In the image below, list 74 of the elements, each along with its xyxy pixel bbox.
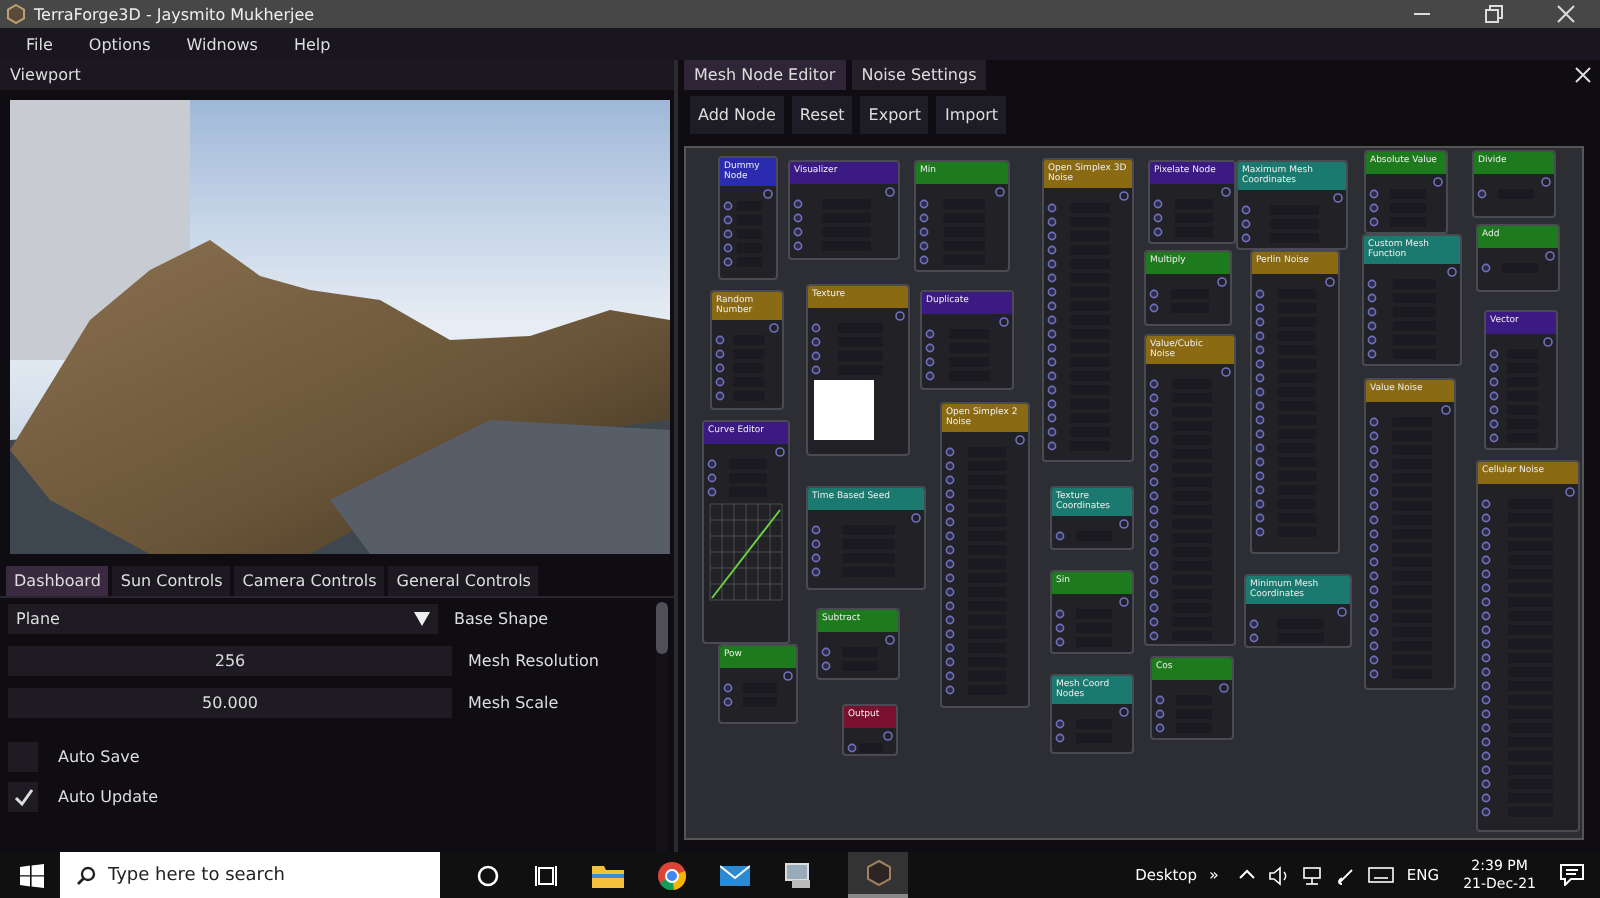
mail-icon[interactable]	[720, 863, 750, 887]
restore-icon[interactable]	[1484, 4, 1504, 24]
close-icon[interactable]	[1556, 4, 1576, 24]
checkbox-label: Auto Save	[58, 748, 140, 766]
chevron-up-icon[interactable]	[1238, 866, 1257, 884]
hexagon-icon	[865, 860, 891, 886]
window-title: TerraForge3D - Jaysmito Mukherjee	[34, 5, 315, 23]
speaker-icon[interactable]	[1268, 865, 1291, 885]
search-field[interactable]: Type here to search	[60, 852, 440, 898]
menu-item[interactable]: Options	[70, 35, 169, 53]
node-body-drawing	[916, 184, 1008, 266]
field-label: Mesh Resolution	[468, 652, 599, 670]
node-body-drawing	[720, 668, 796, 708]
number-field[interactable]: 256	[8, 646, 452, 676]
node-body-drawing	[1152, 680, 1232, 734]
tab[interactable]: Mesh Node Editor	[684, 60, 846, 90]
dropdown-value: Plane	[16, 610, 60, 628]
pen-icon[interactable]	[1336, 865, 1357, 885]
menu-item[interactable]: File	[8, 35, 71, 53]
node-body-drawing	[922, 314, 1012, 382]
node-body-drawing	[808, 510, 924, 578]
node-body-drawing	[790, 184, 898, 252]
number-field[interactable]: 50.000	[8, 688, 452, 718]
checkbox[interactable]	[8, 782, 38, 812]
keyboard-icon[interactable]	[1368, 866, 1395, 884]
task-view-icon[interactable]	[534, 863, 558, 887]
node-canvas[interactable]	[684, 146, 1584, 840]
node-body-drawing	[1146, 274, 1230, 314]
notification-icon[interactable]	[1560, 864, 1584, 886]
node-body-drawing	[1478, 248, 1558, 274]
app-logo-icon	[6, 4, 26, 24]
tab[interactable]: General Controls	[388, 566, 539, 596]
computer-icon[interactable]	[784, 862, 814, 888]
field-label: Base Shape	[454, 610, 549, 628]
node-body-drawing	[818, 632, 898, 672]
checkbox-label: Auto Update	[58, 788, 159, 806]
node-body-drawing	[1052, 594, 1132, 648]
toolbar-button[interactable]: Add Node	[690, 96, 784, 134]
menu-item[interactable]: Widnows	[168, 35, 276, 53]
tab[interactable]: Camera Controls	[234, 566, 385, 596]
search-icon	[76, 865, 96, 885]
field-label: Mesh Scale	[468, 694, 559, 712]
base-shape-dropdown[interactable]: Plane	[8, 604, 438, 634]
node-body-drawing	[1052, 516, 1132, 542]
search-input[interactable]: Type here to search	[108, 865, 428, 885]
node-body-drawing	[712, 320, 782, 402]
menu-item[interactable]: Help	[275, 35, 349, 53]
node-body-drawing	[1150, 184, 1234, 238]
windows-start-icon[interactable]	[20, 863, 44, 887]
close-icon[interactable]	[1574, 66, 1592, 84]
app-taskbar-button[interactable]	[848, 852, 908, 898]
node-body-drawing	[1052, 704, 1132, 744]
browser-icon[interactable]	[658, 861, 686, 889]
tab[interactable]: Sun Controls	[112, 566, 231, 596]
toolbar-button[interactable]: Import	[936, 96, 1007, 134]
node-body-drawing	[1474, 174, 1554, 200]
node-body-drawing	[844, 728, 896, 754]
panel-title: Viewport	[10, 66, 81, 84]
node-body-drawing	[1486, 334, 1556, 444]
network-icon[interactable]	[1302, 865, 1325, 885]
tab[interactable]: Noise Settings	[851, 60, 987, 90]
toolbar-overflow-button[interactable]: »	[1209, 866, 1219, 884]
node-body-drawing	[720, 186, 776, 268]
circle-icon[interactable]	[476, 863, 500, 887]
node-body-drawing	[1366, 174, 1446, 228]
toolbar-button[interactable]: Reset	[791, 96, 853, 134]
folder-icon[interactable]	[592, 862, 624, 888]
node-body-drawing	[1238, 190, 1346, 244]
node-body-drawing	[1246, 604, 1350, 644]
node-body-drawing	[1364, 264, 1460, 360]
toolbar-button[interactable]: Export	[860, 96, 929, 134]
tab[interactable]: Dashboard	[6, 566, 109, 596]
scrollbar[interactable]	[656, 602, 668, 852]
dropdown-arrow-icon	[414, 612, 430, 626]
